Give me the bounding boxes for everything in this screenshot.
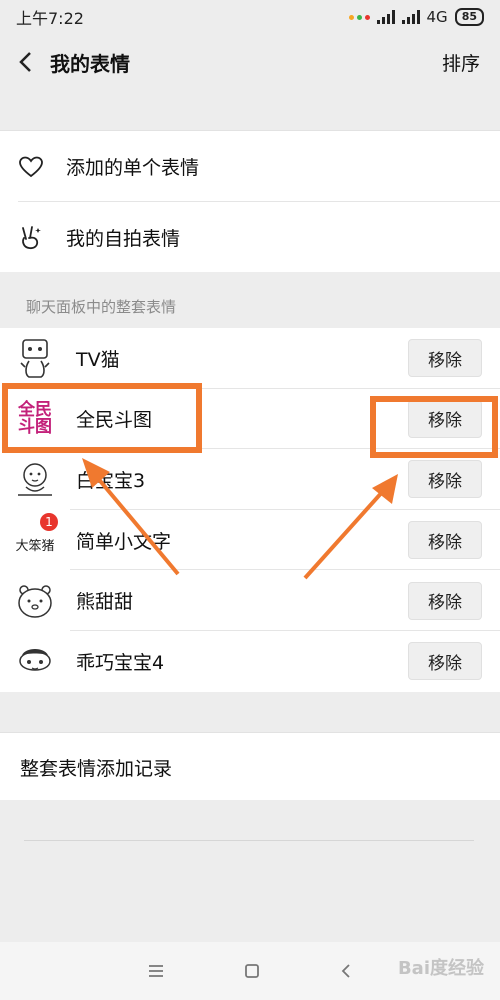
watermark: Bai度经验 xyxy=(397,958,484,979)
home-icon[interactable] xyxy=(244,963,260,979)
back-nav-icon[interactable] xyxy=(340,963,352,979)
menu-icon[interactable] xyxy=(148,964,164,978)
annotation-arrows xyxy=(82,458,398,580)
